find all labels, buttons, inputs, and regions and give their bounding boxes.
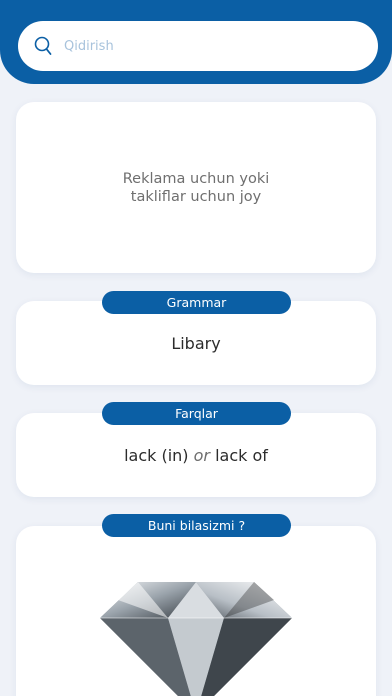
diamond-image xyxy=(100,582,292,696)
ad-text: Reklama uchun yoki takliflar uchun joy xyxy=(122,170,270,205)
did-you-know-card[interactable] xyxy=(16,526,376,696)
differences-card[interactable]: lack (in) or lack of xyxy=(16,413,376,497)
differences-word-a: lack (in) xyxy=(124,445,189,465)
differences-connector: or xyxy=(193,445,210,465)
differences-text: lack (in) or lack of xyxy=(124,446,268,465)
ad-placeholder-card[interactable]: Reklama uchun yoki takliflar uchun joy xyxy=(16,102,376,273)
app-header: Qidirish xyxy=(0,0,392,84)
did-you-know-section-label: Buni bilasizmi ? xyxy=(102,514,291,537)
grammar-word: Libary xyxy=(171,333,221,353)
search-input[interactable]: Qidirish xyxy=(64,39,114,54)
search-icon xyxy=(34,36,52,55)
search-bar[interactable]: Qidirish xyxy=(18,21,378,71)
grammar-section-label: Grammar xyxy=(102,291,291,314)
differences-word-b: lack of xyxy=(215,445,268,465)
differences-section-label: Farqlar xyxy=(102,402,291,425)
